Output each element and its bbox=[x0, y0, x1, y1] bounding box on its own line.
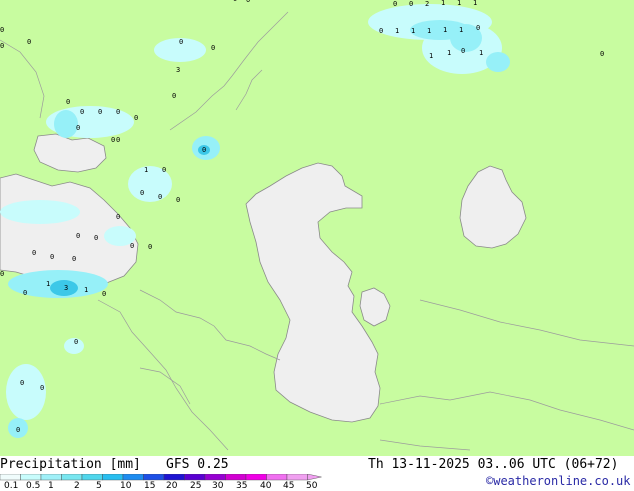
precip-value-marker: 0 bbox=[148, 243, 152, 251]
precip-value-marker: 1 bbox=[46, 280, 50, 288]
precip-value-marker: 0 bbox=[246, 0, 250, 4]
precip-value-marker: 0 bbox=[134, 114, 138, 122]
colorbar-segment bbox=[0, 474, 21, 481]
precip-value-marker: 0 bbox=[74, 338, 78, 346]
precip-value-marker: 1 bbox=[443, 26, 447, 34]
aral-sea bbox=[459, 165, 527, 249]
map-canvas: 0 0 2 1 1 1 0 1 1 1 1 1 0 1 1 0 1 0 0 0 0 0 0 0 0 0 0 0 3 0 0 1 0 0 0 0 0 0 0 0… bbox=[0, 0, 634, 451]
precip-value-marker: 0 bbox=[40, 384, 44, 392]
precip-value-marker: 1 bbox=[144, 166, 148, 174]
colorbar-segment bbox=[204, 474, 226, 481]
precip-value-marker: 0 bbox=[116, 136, 120, 144]
colorbar-segment bbox=[20, 474, 42, 481]
colorbar-segment bbox=[225, 474, 247, 481]
precip-value-marker: 1 bbox=[473, 0, 477, 7]
colorbar-segment bbox=[81, 474, 103, 481]
precip-value-marker: 0 bbox=[461, 47, 465, 55]
precip-value-marker: 0 bbox=[20, 379, 24, 387]
precip-value-marker: 1 bbox=[479, 49, 483, 57]
precip-value-marker: 1 bbox=[441, 0, 445, 7]
precip-value-marker: 3 bbox=[176, 66, 180, 74]
precip-value-marker: 0 bbox=[140, 189, 144, 197]
precip-value-marker: 0 bbox=[94, 234, 98, 242]
precip-value-marker: 0 bbox=[179, 38, 183, 46]
precip-value-marker: 0 bbox=[409, 0, 413, 8]
precip-value-marker: 0 bbox=[23, 289, 27, 297]
precip-value-marker: 0 bbox=[116, 108, 120, 116]
precip-value-marker: 0 bbox=[0, 270, 4, 278]
precip-value-marker: 1 bbox=[427, 27, 431, 35]
colorbar-segment bbox=[40, 474, 62, 481]
precip-value-marker: 0 bbox=[66, 98, 70, 106]
precip-value-marker: 0 bbox=[80, 108, 84, 116]
colorbar-arrow bbox=[307, 474, 322, 481]
precip-value-marker: 0 bbox=[16, 426, 20, 434]
precip-value-marker: 0 bbox=[176, 196, 180, 204]
precip-value-marker: 0 bbox=[162, 166, 166, 174]
caspian-sea bbox=[245, 162, 381, 423]
precip-value-marker: 0 bbox=[102, 290, 106, 298]
colorbar-segment bbox=[266, 474, 288, 481]
precip-value-marker: 0 bbox=[0, 26, 4, 34]
precip-value-marker: 1 bbox=[457, 0, 461, 7]
precip-value-marker: 0 bbox=[600, 50, 604, 58]
colorbar-segment bbox=[122, 474, 144, 481]
precip-value-marker: 0 bbox=[0, 42, 4, 50]
colorbar-segment bbox=[184, 474, 206, 481]
precip-value-marker: 0 bbox=[233, 0, 237, 3]
precip-value-marker: 1 bbox=[84, 286, 88, 294]
precip-value-marker: 0 bbox=[32, 249, 36, 257]
model-name: GFS 0.25 bbox=[166, 457, 229, 472]
precip-value-marker: 0 bbox=[393, 0, 397, 8]
precip-value-marker: 0 bbox=[72, 255, 76, 263]
colorbar-segment bbox=[286, 474, 308, 481]
precip-value-marker: 0 bbox=[202, 146, 206, 154]
precip-value-marker: 0 bbox=[476, 24, 480, 32]
precip-value-marker: 0 bbox=[130, 242, 134, 250]
precipitation-map: 0 0 2 1 1 1 0 1 1 1 1 1 0 1 1 0 1 0 0 0 0 0 0 0 0 0 0 0 3 0 0 1 0 0 0 0 0 0 0 0… bbox=[0, 0, 634, 456]
colorbar-segment bbox=[143, 474, 165, 481]
sea-of-azov bbox=[33, 133, 107, 173]
precip-value-marker: 2 bbox=[425, 0, 429, 8]
precip-value-marker: 0 bbox=[76, 124, 80, 132]
colorbar-segment bbox=[61, 474, 83, 481]
precip-value-marker: 0 bbox=[158, 193, 162, 201]
colorbar-segment bbox=[245, 474, 267, 481]
precip-value-marker: 1 bbox=[429, 52, 433, 60]
map-title: Precipitation [mm] bbox=[0, 457, 141, 472]
precip-value-marker: 1 bbox=[411, 27, 415, 35]
precip-value-marker: 0 bbox=[116, 213, 120, 221]
precip-value-marker: 0 bbox=[27, 38, 31, 46]
precip-value-marker: 0 bbox=[98, 108, 102, 116]
precip-value-marker: 0 bbox=[172, 92, 176, 100]
precip-value-marker: 0 bbox=[76, 232, 80, 240]
precip-value-marker: 3 bbox=[64, 284, 68, 292]
colorbar-segment bbox=[102, 474, 124, 481]
precip-value-marker: 0 bbox=[379, 27, 383, 35]
precip-value-marker: 1 bbox=[395, 27, 399, 35]
kara-bogaz-gol bbox=[359, 287, 391, 327]
precip-value-marker: 1 bbox=[447, 49, 451, 57]
credit-link[interactable]: ©weatheronline.co.uk bbox=[486, 474, 631, 488]
precip-value-marker: 0 bbox=[50, 253, 54, 261]
precip-value-marker: 1 bbox=[459, 26, 463, 34]
precip-value-marker: 0 bbox=[111, 136, 115, 144]
colorbar-segment bbox=[163, 474, 185, 481]
valid-time: Th 13-11-2025 03..06 UTC (06+72) bbox=[368, 457, 619, 472]
precip-value-marker: 0 bbox=[211, 44, 215, 52]
